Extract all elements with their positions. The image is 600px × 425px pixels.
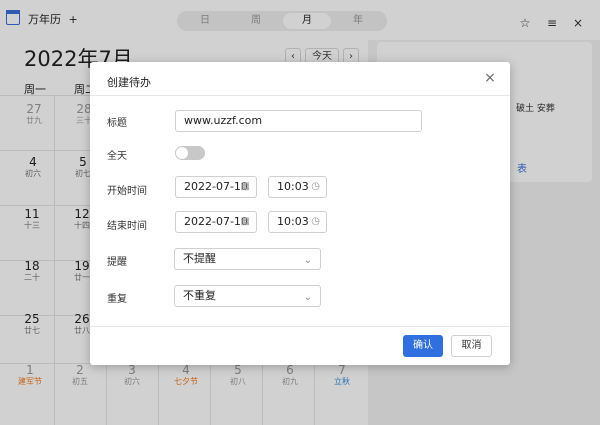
start-time-label: 开始时间	[107, 186, 147, 197]
repeat-label: 重复	[107, 294, 127, 305]
close-icon[interactable]: ×	[482, 70, 498, 86]
repeat-select[interactable]: 不重复 ⌄	[174, 285, 321, 307]
allday-toggle[interactable]	[175, 146, 205, 160]
start-time-value: 10:03	[277, 180, 309, 193]
chevron-down-icon: ⌄	[303, 255, 312, 266]
create-todo-dialog: 创建待办 × 标题 www.uzzf.com 全天 开始时间 2022-07-1…	[90, 62, 510, 365]
title-label: 标题	[107, 118, 127, 129]
calendar-icon: ▦	[240, 181, 250, 192]
start-date-value: 2022-07-10	[184, 180, 248, 193]
cancel-button[interactable]: 取消	[451, 335, 492, 357]
end-time-input[interactable]: 10:03 ◷	[268, 211, 327, 233]
start-date-input[interactable]: 2022-07-10 ▦	[175, 176, 257, 198]
chevron-down-icon: ⌄	[303, 292, 312, 303]
dialog-footer-divider	[90, 326, 510, 327]
remind-value: 不提醒	[183, 252, 216, 265]
calendar-icon: ▦	[240, 216, 250, 227]
end-time-value: 10:03	[277, 215, 309, 228]
start-time-input[interactable]: 10:03 ◷	[268, 176, 327, 198]
dialog-divider	[90, 95, 510, 96]
end-date-value: 2022-07-10	[184, 215, 248, 228]
clock-icon: ◷	[311, 216, 320, 227]
title-input[interactable]: www.uzzf.com	[175, 110, 422, 132]
toggle-knob	[176, 147, 188, 159]
end-time-label: 结束时间	[107, 221, 147, 232]
confirm-button[interactable]: 确认	[403, 335, 443, 357]
clock-icon: ◷	[311, 181, 320, 192]
dialog-title: 创建待办	[107, 76, 151, 89]
allday-label: 全天	[107, 151, 127, 162]
remind-select[interactable]: 不提醒 ⌄	[174, 248, 321, 270]
remind-label: 提醒	[107, 257, 127, 268]
repeat-value: 不重复	[183, 289, 216, 302]
end-date-input[interactable]: 2022-07-10 ▦	[175, 211, 257, 233]
